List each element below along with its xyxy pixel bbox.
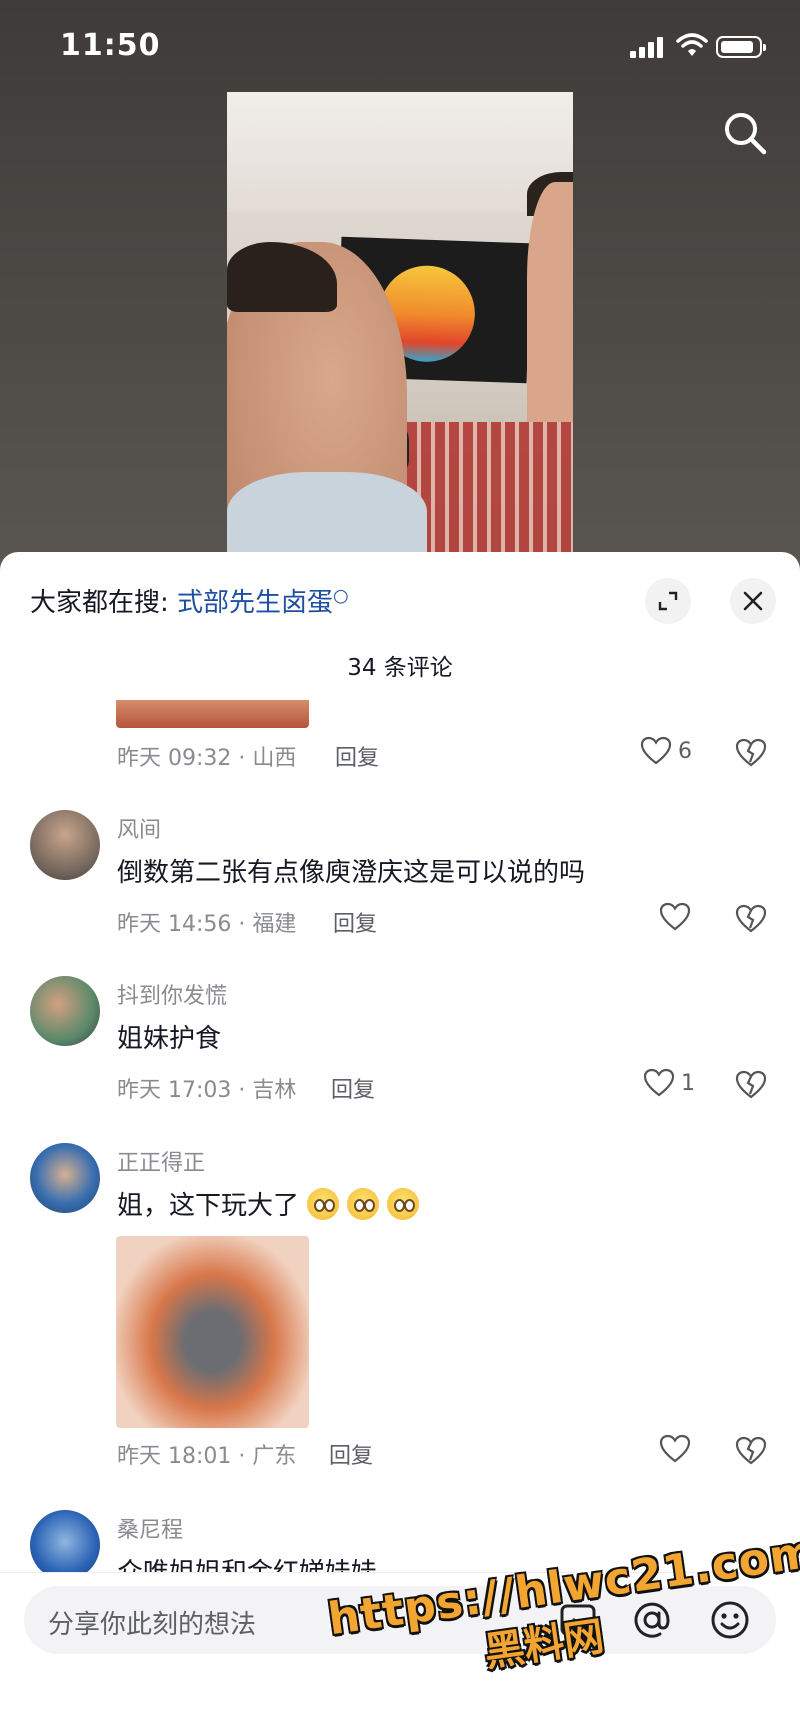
avatar[interactable] <box>30 976 100 1046</box>
avatar[interactable] <box>30 1143 100 1213</box>
comment-meta: 昨天 14:56 · 福建 <box>117 912 297 937</box>
broken-heart-icon[interactable] <box>735 1070 767 1100</box>
comment-text: 倒数第二张有点像庾澄庆这是可以说的吗 <box>117 858 586 888</box>
like-button[interactable]: 6 <box>640 736 692 766</box>
blanket <box>227 472 427 562</box>
broken-heart-icon[interactable] <box>735 904 767 934</box>
heart-icon <box>659 1434 691 1463</box>
expand-icon <box>658 591 678 611</box>
dazed-emoji-icon <box>347 1188 380 1220</box>
comment-text: 众唯姐姐和金红娣娃娃 <box>117 1552 377 1572</box>
comment-input-placeholder: 分享你此刻的想法 <box>48 1610 257 1640</box>
like-count: 1 <box>681 1070 695 1096</box>
dazed-emoji-icon <box>387 1188 420 1220</box>
reply-button[interactable]: 回复 <box>331 1072 375 1104</box>
search-icon[interactable] <box>722 110 768 156</box>
like-button[interactable]: 1 <box>643 1068 695 1098</box>
avatar[interactable] <box>30 1510 100 1572</box>
heart-icon <box>659 902 691 931</box>
comment-text: 姐，这下玩大了 <box>117 1185 420 1222</box>
comment-username[interactable]: 风间 <box>117 812 161 844</box>
like-button[interactable] <box>659 1434 691 1464</box>
hot-search-prefix: 大家都在搜: <box>30 588 169 618</box>
person-right <box>527 182 573 422</box>
comment-username[interactable]: 正正得正 <box>117 1145 205 1177</box>
reply-button[interactable]: 回复 <box>335 740 379 772</box>
wifi-icon <box>676 33 708 56</box>
comment-image[interactable] <box>116 1236 309 1428</box>
broken-heart-icon[interactable] <box>735 738 767 768</box>
status-bar: 11:50 <box>0 0 800 96</box>
reply-button[interactable]: 回复 <box>333 906 377 938</box>
comment-username[interactable]: 桑尼程 <box>117 1512 183 1544</box>
comments-list[interactable]: 昨天 09:32 · 山西 回复 6 风间 倒数第二张有点像庾澄庆这是可以说的吗… <box>0 700 800 1572</box>
comment-meta: 昨天 17:03 · 吉林 <box>117 1078 297 1103</box>
comment-text: 姐妹护食 <box>117 1024 222 1054</box>
avatar[interactable] <box>30 810 100 880</box>
dazed-emoji-icon <box>307 1188 340 1220</box>
reply-button[interactable]: 回复 <box>329 1438 373 1470</box>
status-time: 11:50 <box>60 28 161 63</box>
search-small-icon: ○ <box>333 585 349 607</box>
comment-meta: 昨天 09:32 · 山西 <box>117 746 297 771</box>
comment-meta: 昨天 18:01 · 广东 <box>117 1444 297 1469</box>
comment-image[interactable] <box>116 700 309 728</box>
like-button[interactable] <box>659 902 691 932</box>
broken-heart-icon[interactable] <box>735 1436 767 1466</box>
comments-count: 34 条评论 <box>347 655 453 681</box>
hot-search-keyword[interactable]: 式部先生卤蛋 <box>177 588 333 618</box>
close-icon <box>743 591 763 611</box>
video-preview[interactable] <box>227 92 573 562</box>
video-ceiling <box>227 92 573 212</box>
heart-icon <box>640 736 672 765</box>
heart-icon <box>643 1068 675 1097</box>
cellular-signal-icon <box>630 36 666 58</box>
close-button[interactable] <box>730 578 776 624</box>
hot-search-bar[interactable]: 大家都在搜: 式部先生卤蛋○ <box>30 582 349 619</box>
expand-button[interactable] <box>645 578 691 624</box>
battery-icon <box>716 36 766 58</box>
comment-username[interactable]: 抖到你发慌 <box>117 978 227 1010</box>
like-count: 6 <box>678 738 692 764</box>
plaid-bedding <box>407 422 573 562</box>
